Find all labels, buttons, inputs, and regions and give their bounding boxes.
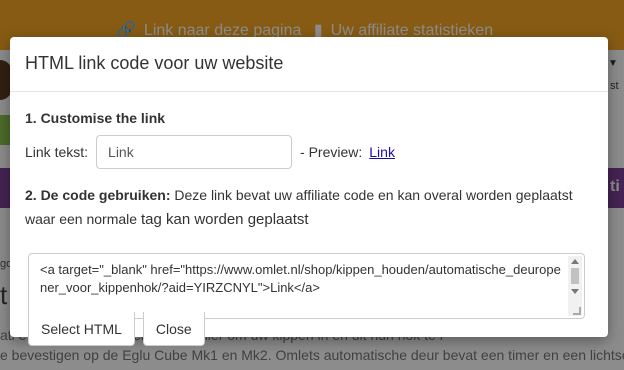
scroll-thumb[interactable]	[571, 268, 579, 284]
modal-body: 1. Customise the link Link tekst: - Prev…	[10, 110, 608, 319]
resize-grip-icon[interactable]	[573, 307, 581, 315]
section-customise-title: 1. Customise the link	[25, 110, 166, 126]
body-line-2: e bevestigen op de Eglu Cube Mk1 en Mk2.…	[0, 347, 624, 363]
preview-label: - Preview:	[300, 144, 363, 160]
html-link-modal: HTML link code voor uw website 1. Custom…	[10, 37, 608, 346]
chevron-down-icon: ▼	[608, 58, 618, 69]
link-text-label: Link tekst:	[25, 144, 89, 160]
link-text-input[interactable]	[96, 135, 293, 169]
modal-title: HTML link code voor uw website	[25, 53, 284, 73]
scroll-up-arrow-icon[interactable]	[571, 259, 579, 264]
html-code-text: <a target="_blank" href="https://www.oml…	[40, 262, 561, 295]
scroll-down-arrow-icon[interactable]	[571, 289, 579, 294]
purple-band-right: ti	[608, 168, 624, 208]
link-text-row: Link tekst: - Preview: Link	[25, 135, 593, 169]
close-button[interactable]: Close	[142, 312, 205, 346]
purple-band-text: ti	[610, 178, 620, 195]
section-code-title: 2. De code gebruiken:	[25, 187, 171, 203]
modal-footer-buttons: Select HTML Close	[28, 312, 213, 346]
preview-link[interactable]: Link	[369, 144, 395, 160]
html-code-textarea[interactable]: <a target="_blank" href="https://www.oml…	[28, 253, 585, 319]
modal-header: HTML link code voor uw website	[10, 37, 608, 92]
code-usage-text-tail: tag kan worden geplaatst	[140, 211, 309, 228]
page-heading-fragment: t	[0, 280, 8, 310]
code-usage-description: 2. De code gebruiken: Deze link bevat uw…	[25, 183, 595, 232]
background-right-text: st	[610, 80, 619, 92]
select-html-button[interactable]: Select HTML	[28, 312, 135, 346]
